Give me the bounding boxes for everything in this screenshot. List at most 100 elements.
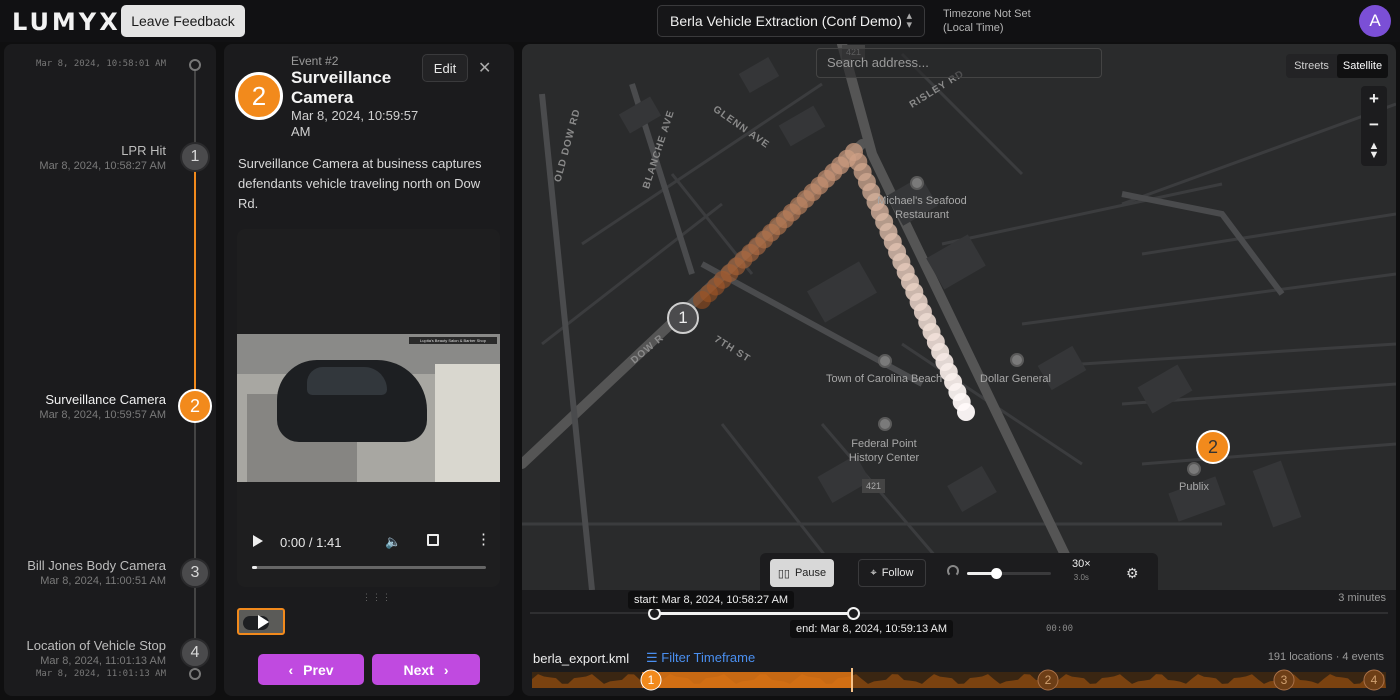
map-canvas bbox=[522, 44, 1396, 590]
follow-button[interactable]: ⌖ Follow bbox=[858, 559, 926, 587]
range-end-handle[interactable] bbox=[847, 607, 860, 620]
timeline-node-3[interactable]: 3 bbox=[180, 558, 210, 588]
time-range-scrubber: 3 minutes start: Mar 8, 2024, 10:58:27 A… bbox=[522, 590, 1396, 642]
event-title: Surveillance Camera bbox=[291, 68, 392, 107]
landmark-icon bbox=[878, 354, 892, 368]
timezone-indicator[interactable]: Timezone Not Set (Local Time) bbox=[943, 7, 1031, 35]
event-number-label: Event #2 bbox=[291, 54, 339, 68]
speed-readout: 30× 3.0s bbox=[1072, 558, 1091, 584]
museum-icon bbox=[878, 417, 892, 431]
next-button[interactable]: Next › bbox=[372, 654, 480, 685]
event-detail-panel: 2 Event #2 Surveillance Camera Mar 8, 20… bbox=[224, 44, 514, 696]
timeline-node-1[interactable]: 1 bbox=[180, 142, 210, 172]
timeline-event-name: Bill Jones Body Camera bbox=[27, 558, 166, 573]
zoom-in-button[interactable]: + bbox=[1361, 86, 1387, 112]
timeline-node-4[interactable]: 4 bbox=[180, 638, 210, 668]
event-marker-2[interactable]: 2 bbox=[1196, 430, 1230, 464]
next-button-label: Next bbox=[403, 661, 434, 678]
timezone-line-1: Timezone Not Set bbox=[943, 8, 1031, 20]
filter-timeframe-button[interactable]: ☰ Filter Timeframe bbox=[646, 650, 755, 666]
track-marker-4[interactable]: 4 bbox=[1371, 673, 1378, 687]
track-waveform[interactable]: 1 2 3 4 bbox=[532, 668, 1386, 692]
prev-button-label: Prev bbox=[303, 661, 334, 678]
speed-slider[interactable] bbox=[967, 568, 1051, 579]
timeline-event-time: Mar 8, 2024, 10:59:57 AM bbox=[39, 409, 166, 421]
video-building bbox=[435, 364, 500, 482]
timeline-event-2[interactable]: Surveillance Camera Mar 8, 2024, 10:59:5… bbox=[39, 392, 166, 421]
event-marker-1[interactable]: 1 bbox=[667, 302, 699, 334]
pause-button[interactable]: ▯▯ Pause bbox=[770, 559, 834, 587]
video-caption: Lupita's Beauty Salon & Barber Shop bbox=[409, 337, 497, 344]
prev-button[interactable]: ‹ Prev bbox=[258, 654, 364, 685]
place-seafood: Michael's Seafood Restaurant bbox=[872, 194, 972, 222]
map-type-streets[interactable]: Streets bbox=[1286, 54, 1337, 78]
speed-multiplier: 30× bbox=[1072, 558, 1091, 570]
chevron-left-icon: ‹ bbox=[288, 661, 294, 678]
address-search-input[interactable]: Search address... bbox=[816, 48, 1102, 78]
duration-label: 3 minutes bbox=[1338, 592, 1386, 604]
media-thumbnail[interactable] bbox=[237, 608, 285, 635]
video-progress-bar[interactable] bbox=[252, 566, 486, 569]
timeline-event-time: Mar 8, 2024, 11:00:51 AM bbox=[40, 575, 166, 587]
timeline-event-time: Mar 8, 2024, 11:01:13 AM bbox=[40, 655, 166, 667]
timeline-start-ring bbox=[189, 59, 201, 71]
speed-slider-knob[interactable] bbox=[991, 568, 1003, 579]
playback-controls: ▯▯ Pause ⌖ Follow 30× 3.0s ⚙ bbox=[760, 553, 1158, 590]
store-icon bbox=[1010, 353, 1024, 367]
volume-icon[interactable]: 🔈 bbox=[385, 534, 401, 550]
timeline-progress bbox=[194, 157, 196, 407]
timeline-end-ring bbox=[189, 668, 201, 680]
video-controls: 0:00 / 1:41 🔈 ⋮ bbox=[237, 529, 500, 557]
video-player[interactable]: Lupita's Beauty Salon & Barber Shop 0:00… bbox=[237, 229, 500, 587]
range-end-tooltip: end: Mar 8, 2024, 10:59:13 AM bbox=[790, 620, 954, 638]
event-timeline-panel: Mar 8, 2024, 10:58:01 AM LPR Hit Mar 8, … bbox=[4, 44, 216, 696]
event-description: Surveillance Camera at business captures… bbox=[238, 156, 482, 211]
play-icon[interactable] bbox=[253, 535, 263, 547]
timeline-node-2[interactable]: 2 bbox=[178, 389, 212, 423]
fullscreen-icon[interactable] bbox=[427, 534, 439, 546]
place-history: Federal Point History Center bbox=[844, 437, 924, 465]
video-frame: Lupita's Beauty Salon & Barber Shop bbox=[237, 334, 500, 482]
crosshair-icon: ⌖ bbox=[870, 566, 877, 579]
edit-button[interactable]: Edit bbox=[422, 54, 468, 82]
range-start-tooltip: start: Mar 8, 2024, 10:58:27 AM bbox=[628, 591, 795, 609]
place-dollar: Dollar General bbox=[980, 373, 1051, 385]
play-icon bbox=[258, 615, 269, 629]
more-options-icon[interactable]: ⋮ bbox=[476, 532, 491, 548]
map-view[interactable]: 421 421 GLENN AVE RISLEY RD OLD DOW RD B… bbox=[522, 44, 1396, 590]
zoom-out-button[interactable]: − bbox=[1361, 112, 1387, 138]
timezone-line-2: (Local Time) bbox=[943, 22, 1004, 34]
sliders-icon[interactable]: ⚙ bbox=[1126, 565, 1139, 582]
timeline-event-1[interactable]: LPR Hit Mar 8, 2024, 10:58:27 AM bbox=[39, 143, 166, 172]
close-icon[interactable]: ✕ bbox=[478, 58, 491, 78]
track-marker-2[interactable]: 2 bbox=[1045, 673, 1052, 687]
track-marker-3[interactable]: 3 bbox=[1281, 673, 1288, 687]
timeline-start-stamp: Mar 8, 2024, 10:58:01 AM bbox=[35, 59, 166, 69]
zoom-controls: + − ▲ ▼ bbox=[1361, 86, 1387, 166]
compass-icon[interactable]: ▲ ▼ bbox=[1361, 138, 1387, 164]
user-avatar[interactable]: A bbox=[1359, 5, 1391, 37]
timeline-event-3[interactable]: Bill Jones Body Camera Mar 8, 2024, 11:0… bbox=[27, 558, 166, 587]
map-type-toggle[interactable]: Streets Satellite bbox=[1286, 54, 1388, 78]
event-time: Mar 8, 2024, 10:59:57 AM bbox=[291, 108, 419, 139]
project-select-label: Berla Vehicle Extraction (Conf Demo) bbox=[670, 13, 902, 29]
place-history-label: Federal Point History Center bbox=[848, 438, 920, 464]
speed-interval: 3.0s bbox=[1073, 573, 1089, 582]
place-publix: Publix bbox=[1179, 481, 1209, 493]
timeline-event-name: Location of Vehicle Stop bbox=[26, 638, 167, 653]
top-bar: LUMYX Leave Feedback Berla Vehicle Extra… bbox=[0, 0, 1400, 42]
map-type-satellite[interactable]: Satellite bbox=[1337, 54, 1388, 78]
project-select[interactable]: Berla Vehicle Extraction (Conf Demo) ▴ ▾ bbox=[657, 5, 925, 37]
drag-handle-icon[interactable]: ⋮⋮⋮ bbox=[362, 592, 392, 603]
pause-label: Pause bbox=[794, 567, 827, 579]
place-town: Town of Carolina Beach bbox=[826, 373, 943, 385]
speedometer-icon bbox=[947, 565, 959, 577]
video-time: 0:00 / 1:41 bbox=[280, 535, 342, 550]
leave-feedback-button[interactable]: Leave Feedback bbox=[121, 5, 245, 37]
video-progress-fill bbox=[252, 566, 257, 569]
timeline-event-name: LPR Hit bbox=[121, 143, 166, 158]
timeline-event-4[interactable]: Location of Vehicle Stop Mar 8, 2024, 11… bbox=[27, 638, 167, 667]
track-marker-1[interactable]: 1 bbox=[648, 673, 655, 687]
range-selection[interactable] bbox=[654, 612, 854, 615]
shopping-icon bbox=[1187, 462, 1201, 476]
